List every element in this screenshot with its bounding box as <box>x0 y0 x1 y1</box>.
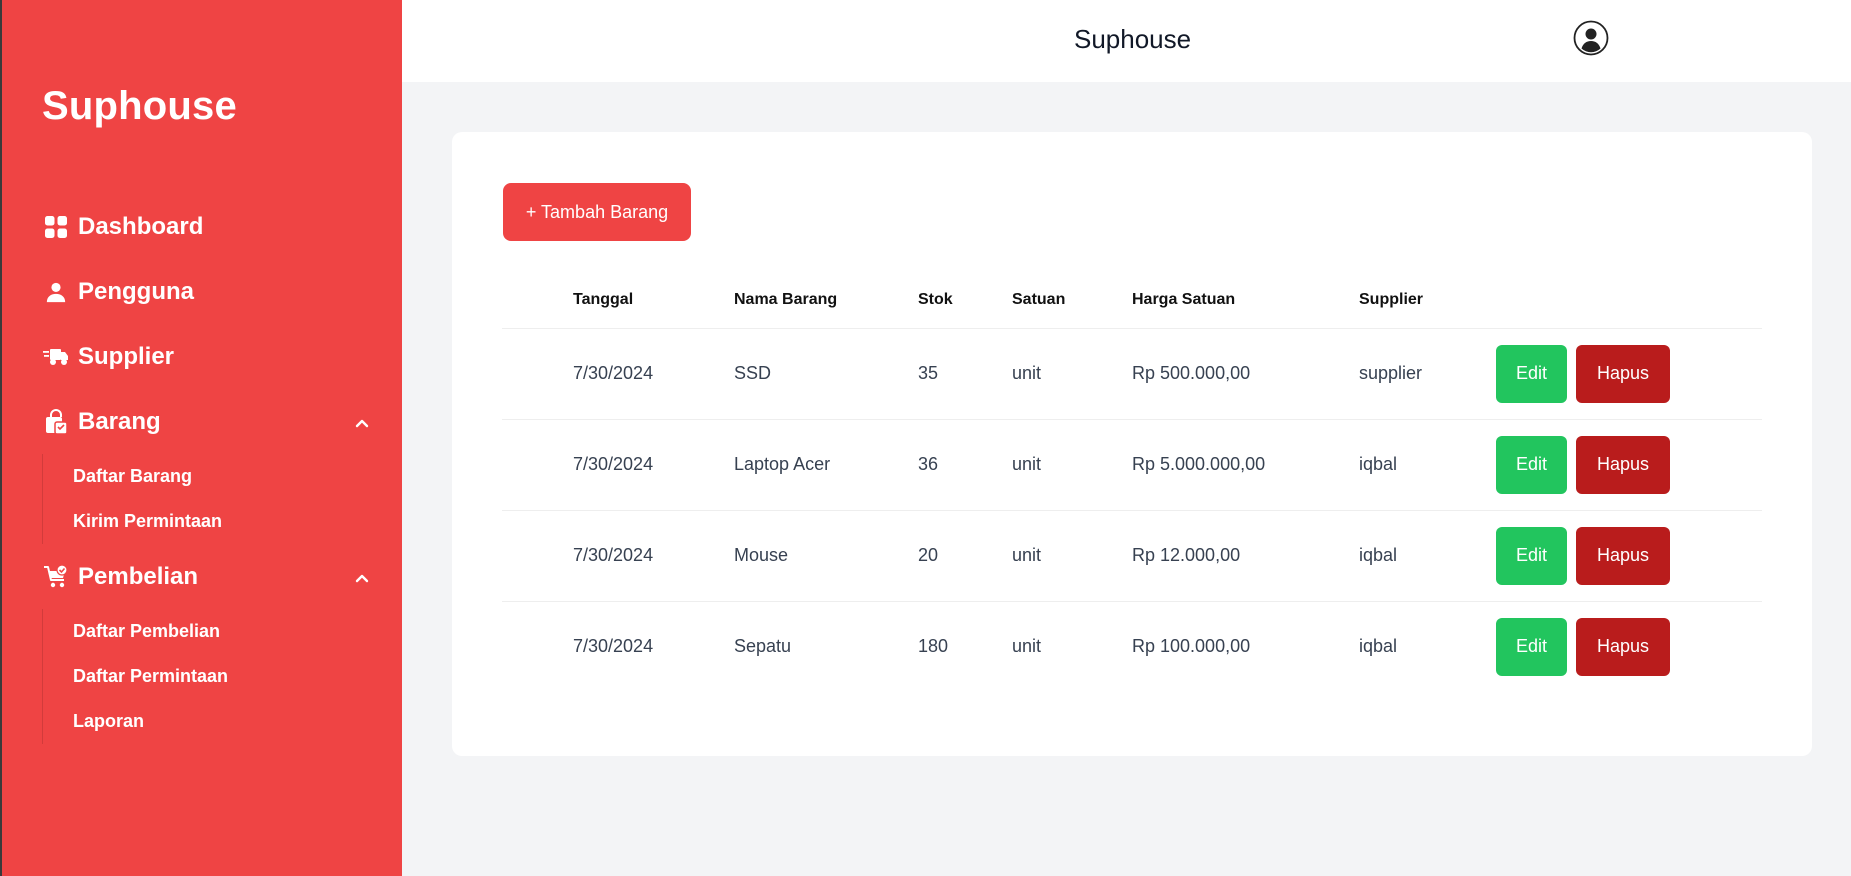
user-circle-icon[interactable] <box>1573 20 1609 56</box>
cell-harga-satuan: Rp 100.000,00 <box>1132 636 1251 657</box>
cell-harga-satuan: Rp 12.000,00 <box>1132 510 1359 602</box>
sidebar-item-label: Pengguna <box>78 278 195 305</box>
shopping-bag-icon <box>42 408 70 436</box>
chevron-up-icon[interactable] <box>352 412 372 432</box>
column-header-supplier: Supplier <box>1359 272 1496 329</box>
sidebar-item-pengguna[interactable]: Pengguna <box>42 272 372 312</box>
delete-button[interactable]: Hapus <box>1576 617 1670 676</box>
sidebar-item-label: Supplier <box>78 343 175 370</box>
sidebar-subitem-laporan[interactable]: Laporan <box>43 699 362 744</box>
cell-nama-barang: Mouse <box>734 510 918 602</box>
column-header-nama-barang: Nama Barang <box>734 272 918 329</box>
cell-stok: 180 <box>918 636 949 657</box>
add-item-button[interactable]: + Tambah Barang <box>503 183 691 241</box>
sidebar-subitem-daftar-pembelian[interactable]: Daftar Pembelian <box>43 609 362 654</box>
user-icon <box>42 278 70 306</box>
content-card: + Tambah Barang Tanggal Nama Barang Stok… <box>452 132 1812 756</box>
edit-button[interactable]: Edit <box>1496 526 1567 585</box>
cell-actions: Edit Hapus <box>1496 419 1762 511</box>
column-header-harga-satuan: Harga Satuan <box>1132 272 1359 329</box>
sidebar: Suphouse Dashboard Pengguna Supplier Bar… <box>0 0 402 876</box>
cell-satuan: unit <box>1012 636 1042 657</box>
page-title: Suphouse <box>1074 24 1192 54</box>
cell-supplier: supplier <box>1359 328 1496 420</box>
cell-supplier: iqbal <box>1359 510 1496 602</box>
cell-stok: 36 <box>918 419 1012 511</box>
sidebar-subitem-daftar-barang[interactable]: Daftar Barang <box>43 454 362 499</box>
cell-satuan: unit <box>1012 328 1132 420</box>
top-header: Suphouse <box>402 0 1851 82</box>
cell-tanggal: 7/30/2024 <box>502 510 734 602</box>
cell-tanggal: 7/30/2024 <box>502 419 734 511</box>
items-table: Tanggal Nama Barang Stok Satuan Harga Sa… <box>502 272 1762 692</box>
cell-actions: Edit Hapus <box>1496 601 1762 692</box>
sidebar-item-pembelian[interactable]: Pembelian <box>42 557 372 597</box>
cell-actions: Edit Hapus <box>1496 510 1762 602</box>
column-header-satuan: Satuan <box>1012 272 1132 329</box>
cell-supplier: iqbal <box>1359 419 1496 511</box>
cell-harga-satuan: Rp 500.000,00 <box>1132 328 1359 420</box>
truck-icon <box>42 343 70 371</box>
delete-button[interactable]: Hapus <box>1576 344 1670 403</box>
sidebar-item-label: Dashboard <box>78 213 204 240</box>
dashboard-grid-icon <box>42 213 70 241</box>
cell-nama-barang: Laptop Acer <box>734 419 918 511</box>
submenu-barang: Daftar Barang Kirim Permintaan <box>42 454 362 544</box>
cell-satuan: unit <box>1012 510 1132 602</box>
sidebar-item-supplier[interactable]: Supplier <box>42 337 372 377</box>
delete-button[interactable]: Hapus <box>1576 435 1670 494</box>
cell-stok: 20 <box>918 510 1012 602</box>
sidebar-item-label: Pembelian <box>78 563 199 590</box>
edit-button[interactable]: Edit <box>1496 344 1567 403</box>
edit-button[interactable]: Edit <box>1496 435 1567 494</box>
cell-supplier: iqbal <box>1359 636 1398 657</box>
table-row: 7/30/2024 Sepatu 180 unit Rp 100.000,00 … <box>502 601 1762 692</box>
submenu-pembelian: Daftar Pembelian Daftar Permintaan Lapor… <box>42 609 362 744</box>
column-header-actions <box>1496 272 1762 329</box>
column-header-tanggal: Tanggal <box>502 272 734 329</box>
sidebar-item-barang[interactable]: Barang <box>42 402 372 442</box>
cell-actions: Edit Hapus <box>1496 328 1762 420</box>
cart-check-icon <box>42 563 70 591</box>
sidebar-item-label: Barang <box>78 408 161 435</box>
cell-nama-barang: SSD <box>734 328 918 420</box>
sidebar-subitem-kirim-permintaan[interactable]: Kirim Permintaan <box>43 499 362 544</box>
table-row: 7/30/2024 Laptop Acer 36 unit Rp 5.000.0… <box>502 419 1762 511</box>
cell-satuan: unit <box>1012 419 1132 511</box>
edit-button[interactable]: Edit <box>1496 617 1567 676</box>
column-header-stok: Stok <box>918 272 1012 329</box>
cell-harga-satuan: Rp 5.000.000,00 <box>1132 419 1359 511</box>
sidebar-brand: Suphouse <box>42 84 237 128</box>
table-header-row: Tanggal Nama Barang Stok Satuan Harga Sa… <box>502 272 1762 329</box>
cell-tanggal: 7/30/2024 <box>502 328 734 420</box>
chevron-up-icon[interactable] <box>352 567 372 587</box>
cell-stok: 35 <box>918 328 1012 420</box>
table-row: 7/30/2024 Mouse 20 unit Rp 12.000,00 iqb… <box>502 510 1762 602</box>
delete-button[interactable]: Hapus <box>1576 526 1670 585</box>
cell-tanggal: 7/30/2024 <box>573 636 654 657</box>
sidebar-subitem-daftar-permintaan[interactable]: Daftar Permintaan <box>43 654 362 699</box>
cell-nama-barang: Sepatu <box>734 636 792 657</box>
sidebar-item-dashboard[interactable]: Dashboard <box>42 207 372 247</box>
table-row: 7/30/2024 SSD 35 unit Rp 500.000,00 supp… <box>502 328 1762 420</box>
